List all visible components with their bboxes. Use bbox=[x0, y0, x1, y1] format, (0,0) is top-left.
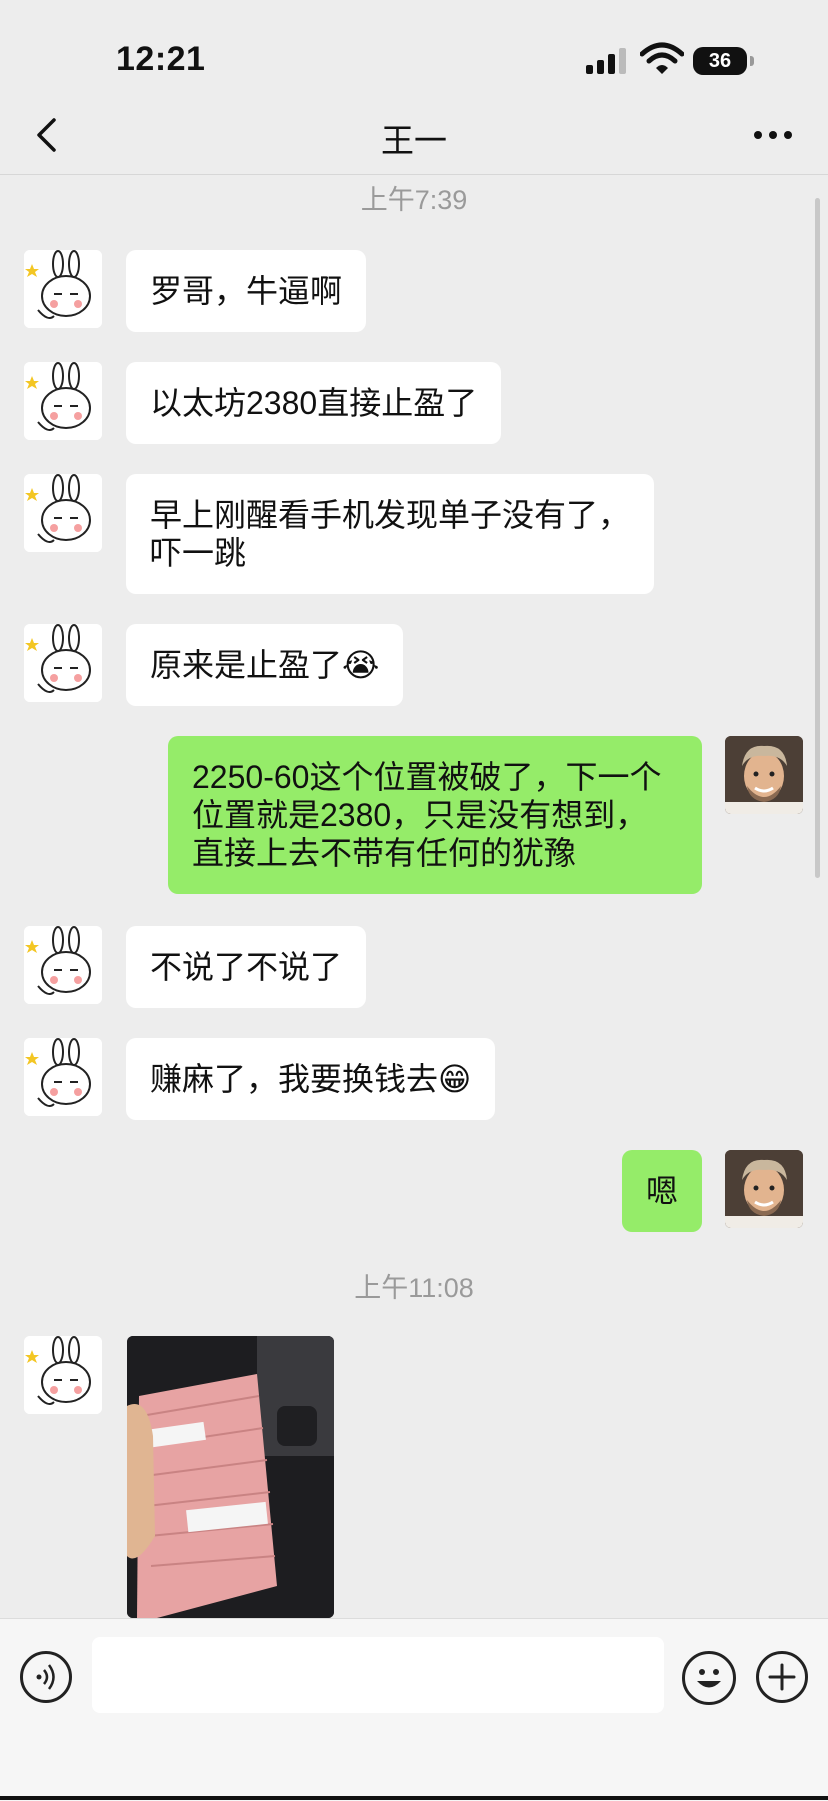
user-avatar-icon bbox=[725, 1150, 803, 1228]
contact-avatar[interactable] bbox=[24, 1336, 102, 1414]
cellular-signal-icon bbox=[586, 46, 630, 74]
contact-avatar[interactable] bbox=[24, 1038, 102, 1116]
plus-icon bbox=[768, 1663, 796, 1691]
my-avatar[interactable] bbox=[725, 1150, 803, 1228]
message-bubble[interactable]: 不说了不说了 bbox=[126, 926, 367, 1008]
message-bubble[interactable]: 以太坊2380直接止盈了 bbox=[126, 362, 502, 444]
contact-avatar[interactable] bbox=[24, 624, 102, 702]
image-message[interactable] bbox=[127, 1336, 334, 1618]
input-bar bbox=[0, 1618, 828, 1801]
chat-title: 王一 bbox=[381, 122, 447, 159]
contact-avatar[interactable] bbox=[24, 474, 102, 552]
rabbit-avatar-icon bbox=[24, 624, 102, 702]
rabbit-avatar-icon bbox=[24, 926, 102, 1004]
wifi-icon bbox=[639, 42, 685, 76]
message-bubble[interactable]: 原来是止盈了😭 bbox=[126, 624, 404, 706]
message-input[interactable] bbox=[92, 1637, 664, 1713]
emoji-button[interactable] bbox=[682, 1651, 736, 1705]
contact-avatar[interactable] bbox=[24, 362, 102, 440]
user-avatar-icon bbox=[725, 736, 803, 814]
rabbit-avatar-icon bbox=[24, 362, 102, 440]
more-icon bbox=[754, 131, 792, 139]
message-bubble[interactable]: 嗯 bbox=[622, 1150, 702, 1232]
rabbit-avatar-icon bbox=[24, 1038, 102, 1116]
rabbit-avatar-icon bbox=[24, 250, 102, 328]
my-avatar[interactable] bbox=[725, 736, 803, 814]
smiley-icon bbox=[697, 1669, 721, 1688]
cash-photo-icon bbox=[127, 1336, 334, 1618]
message-timestamp: 上午7:39 bbox=[360, 185, 468, 215]
status-bar: 12:21 36 bbox=[0, 0, 828, 100]
rabbit-avatar-icon bbox=[24, 474, 102, 552]
battery-level: 36 bbox=[708, 50, 732, 72]
screen-edge bbox=[0, 1796, 828, 1800]
contact-avatar[interactable] bbox=[24, 250, 102, 328]
chat-header: 王一 bbox=[0, 100, 828, 175]
scrollbar[interactable] bbox=[815, 198, 820, 878]
contact-avatar[interactable] bbox=[24, 926, 102, 1004]
message-bubble[interactable]: 早上刚醒看手机发现单子没有了，吓一跳 bbox=[126, 474, 654, 594]
message-bubble[interactable]: 2250-60这个位置被破了，下一个位置就是2380，只是没有想到，直接上去不带… bbox=[168, 736, 702, 894]
rabbit-avatar-icon bbox=[24, 1336, 102, 1414]
battery-icon: 36 bbox=[693, 47, 754, 75]
more-options-button[interactable] bbox=[748, 120, 798, 150]
message-bubble[interactable]: 赚麻了，我要换钱去😁 bbox=[126, 1038, 496, 1120]
message-bubble[interactable]: 罗哥，牛逼啊 bbox=[126, 250, 367, 332]
more-actions-button[interactable] bbox=[756, 1651, 808, 1703]
voice-input-button[interactable] bbox=[20, 1651, 72, 1703]
status-time: 12:21 bbox=[116, 40, 206, 78]
message-timestamp: 上午11:08 bbox=[354, 1273, 474, 1303]
voice-icon bbox=[36, 1664, 55, 1690]
